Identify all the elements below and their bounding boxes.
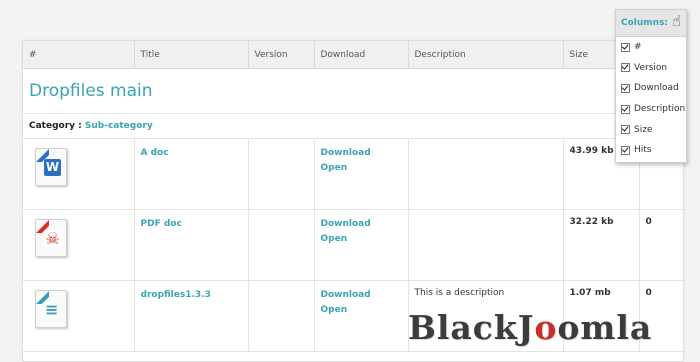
checkbox-checked-icon[interactable] [621, 104, 630, 114]
table-header-row: # Title Version Download Description Siz… [23, 41, 683, 69]
zip-archive-icon[interactable]: ≡ [29, 286, 69, 330]
column-header-description[interactable]: Description [408, 41, 564, 69]
description-cell [408, 138, 564, 210]
table-row: W A doc Download Open 43.99 kb [23, 138, 683, 210]
file-title-link[interactable]: dropfiles1.3.3 [141, 288, 242, 303]
column-toggle-label: Version [634, 62, 668, 73]
checkbox-checked-icon[interactable] [621, 42, 630, 52]
title-cell: A doc [134, 138, 249, 210]
download-link[interactable]: Download [321, 146, 402, 161]
column-toggle-size[interactable]: Size [616, 119, 686, 140]
column-toggle-version[interactable]: Version [616, 58, 686, 79]
hand-cursor-icon: ☝ [672, 12, 682, 30]
file-title-link[interactable]: A doc [141, 146, 242, 161]
columns-toggle-panel: Columns: ☝ # Version Download Descriptio… [615, 9, 687, 163]
size-cell: 32.22 kb [563, 209, 640, 281]
column-toggle-label: Description [634, 104, 686, 115]
column-header-version[interactable]: Version [248, 41, 315, 69]
file-title-link[interactable]: PDF doc [141, 217, 242, 232]
subcategory-link[interactable]: Sub-category [85, 121, 153, 131]
word-doc-icon[interactable]: W [29, 144, 69, 188]
checkbox-checked-icon[interactable] [621, 125, 630, 135]
columns-toggle-button[interactable]: Columns: ☝ [616, 10, 686, 37]
open-link[interactable]: Open [321, 161, 402, 176]
category-title-row: Dropfiles main [23, 68, 683, 114]
files-table: # Title Version Download Description Siz… [23, 41, 683, 352]
column-toggle-number[interactable]: # [616, 37, 686, 58]
icon-glyph: ☠ [44, 229, 61, 248]
title-cell: PDF doc [134, 209, 249, 281]
title-cell: dropfiles1.3.3 [134, 280, 249, 352]
checkbox-checked-icon[interactable] [621, 83, 630, 93]
hits-cell: 0 [639, 209, 683, 281]
open-link[interactable]: Open [321, 303, 402, 318]
column-toggle-download[interactable]: Download [616, 78, 686, 99]
file-icon-cell: ☠ [23, 209, 135, 281]
subcategory-row: Category : Sub-category [23, 113, 683, 139]
subcategory-cell: Category : Sub-category [23, 113, 683, 139]
description-cell [408, 209, 564, 281]
column-toggle-hits[interactable]: Hits [616, 140, 686, 161]
pdf-icon[interactable]: ☠ [29, 215, 69, 259]
column-header-download[interactable]: Download [314, 41, 409, 69]
category-title: Dropfiles main [23, 68, 683, 114]
download-cell: Download Open [314, 209, 409, 281]
column-header-title[interactable]: Title [134, 41, 249, 69]
file-icon-cell: ≡ [23, 280, 135, 352]
download-cell: Download Open [314, 138, 409, 210]
column-toggle-label: Download [634, 83, 679, 94]
table-row: ☠ PDF doc Download Open 32.22 kb 0 [23, 209, 683, 281]
columns-panel-title: Columns: [621, 18, 669, 28]
watermark-logo: BlackJoomla [408, 308, 653, 347]
column-toggle-label: Hits [634, 145, 652, 156]
column-toggle-label: # [634, 42, 642, 53]
file-icon-cell: W [23, 138, 135, 210]
checkbox-checked-icon[interactable] [621, 145, 630, 155]
checkbox-checked-icon[interactable] [621, 63, 630, 73]
icon-glyph: ≡ [45, 300, 59, 319]
download-cell: Download Open [314, 280, 409, 352]
download-link[interactable]: Download [321, 288, 402, 303]
category-label: Category [29, 121, 76, 131]
column-toggle-description[interactable]: Description [616, 99, 686, 120]
version-cell [248, 209, 315, 281]
column-header-number[interactable]: # [23, 41, 135, 69]
icon-glyph: W [44, 159, 61, 176]
download-link[interactable]: Download [321, 217, 402, 232]
column-toggle-label: Size [634, 124, 653, 135]
open-link[interactable]: Open [321, 232, 402, 247]
version-cell [248, 138, 315, 210]
category-separator: : [75, 121, 85, 131]
version-cell [248, 280, 315, 352]
